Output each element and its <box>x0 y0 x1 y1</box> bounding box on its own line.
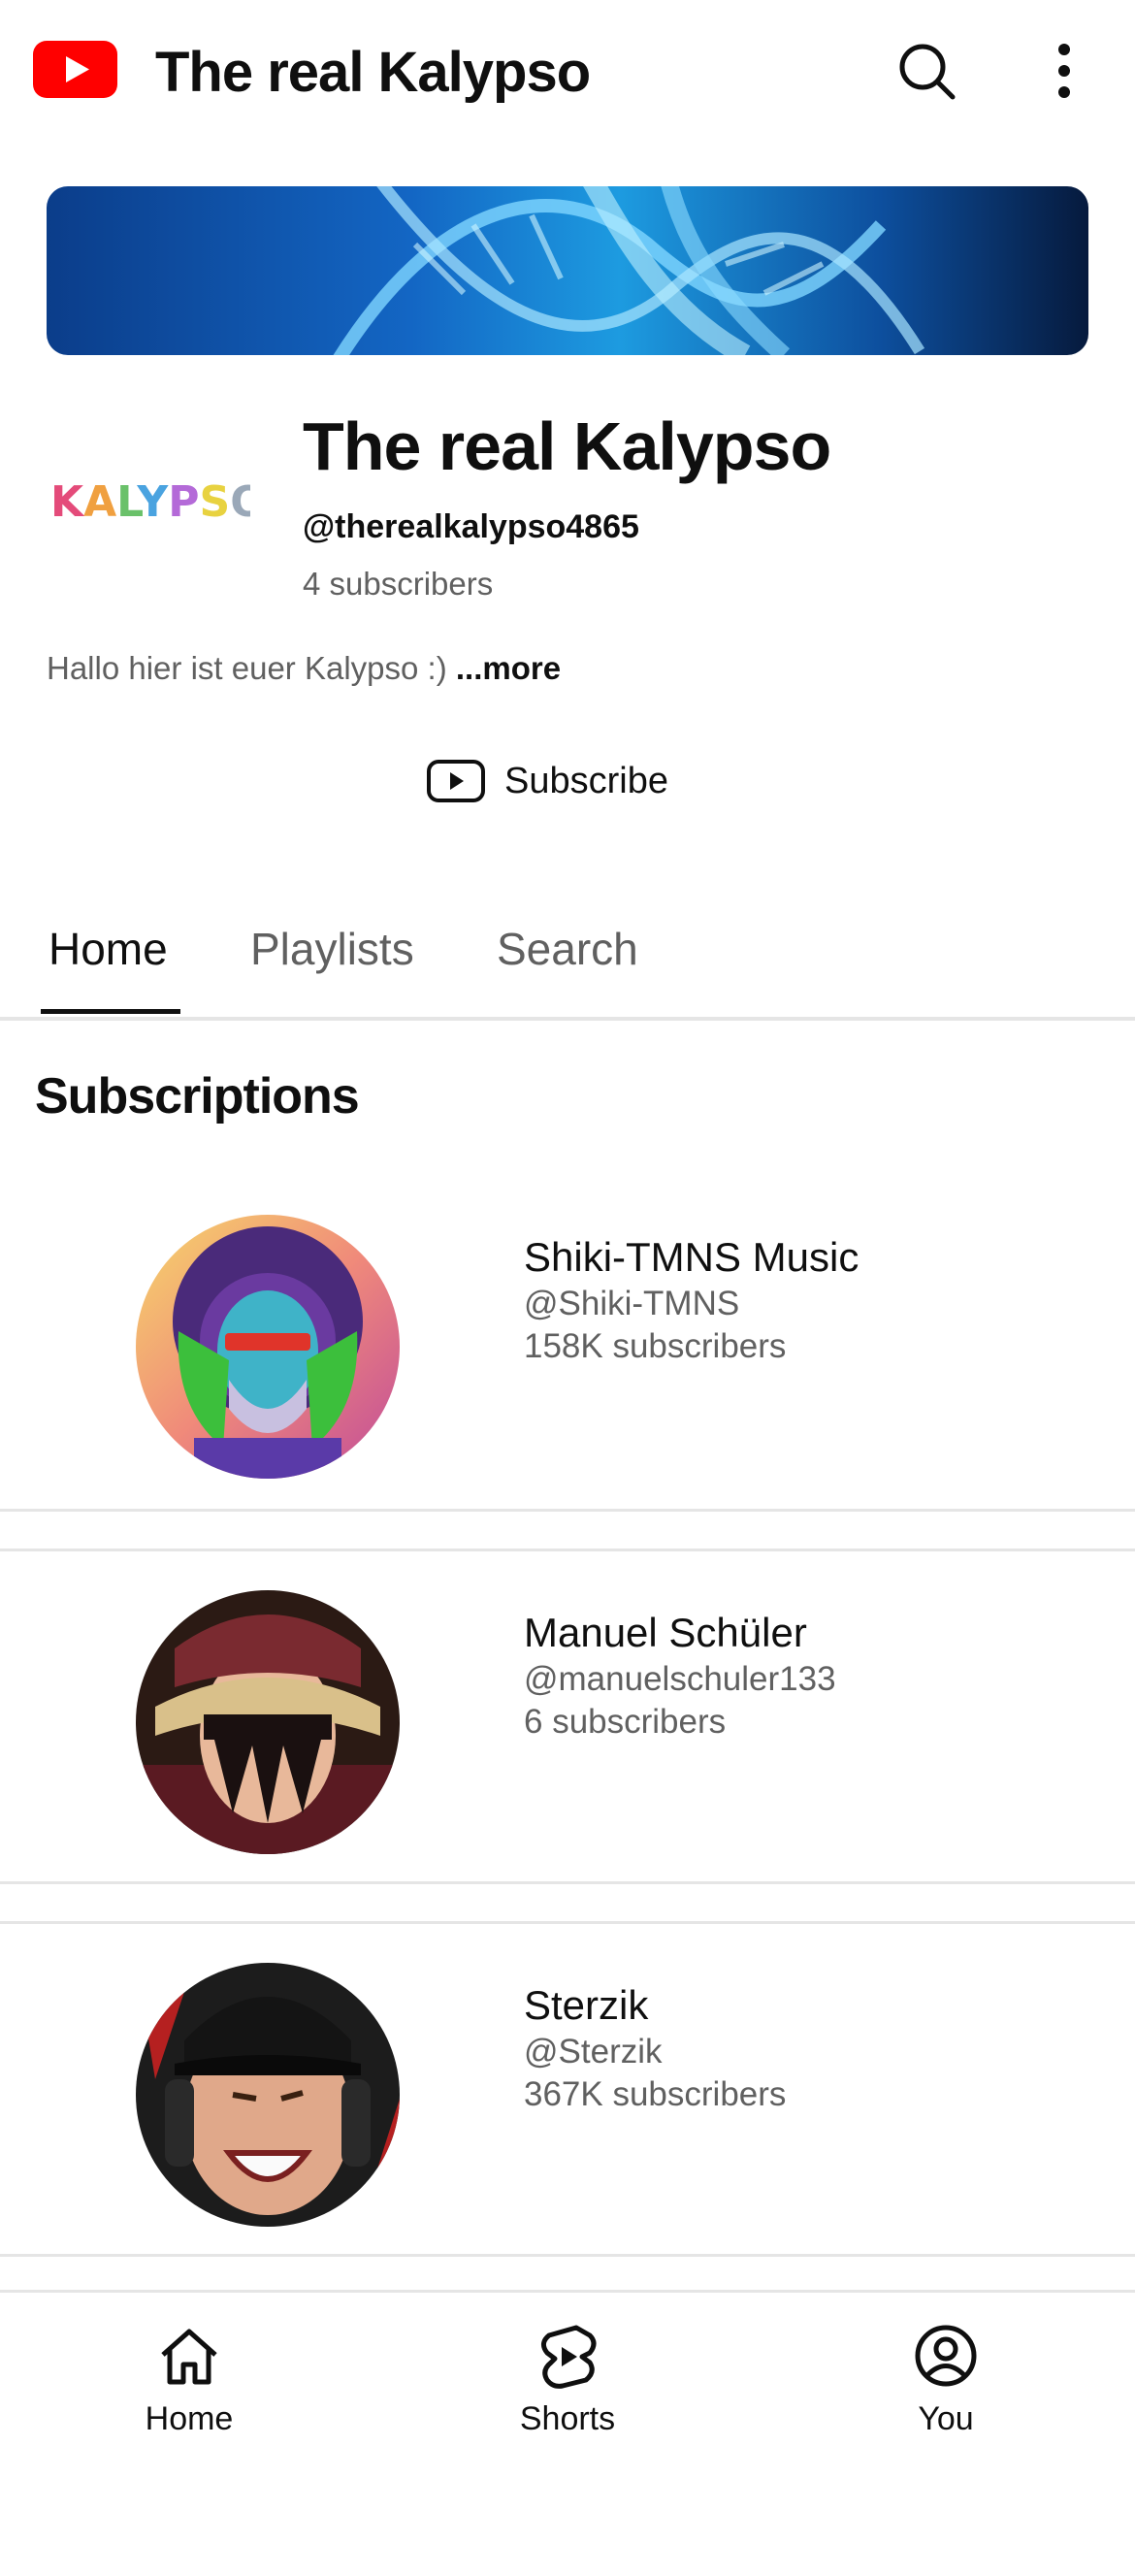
tab-search[interactable]: Search <box>497 920 638 978</box>
subscription-info: Sterzik @Sterzik 367K subscribers <box>524 1980 786 2116</box>
subscription-subscriber-count: 6 subscribers <box>524 1703 727 1741</box>
avatar-image <box>136 1590 400 1854</box>
channel-banner <box>47 186 1088 355</box>
shorts-icon <box>541 2325 597 2389</box>
nav-shorts-label: Shorts <box>519 2400 616 2437</box>
app-title: The real Kalypso <box>155 41 591 104</box>
channel-tabs: Home Playlists Search <box>0 902 1135 1021</box>
channel-avatar[interactable]: KALYPSO <box>47 427 250 572</box>
subscription-handle: @Sterzik <box>524 2033 663 2071</box>
subscription-handle: @Shiki-TMNS <box>524 1285 740 1322</box>
account-icon <box>915 2325 977 2387</box>
tab-home[interactable]: Home <box>49 920 168 978</box>
nav-home[interactable]: Home <box>92 2322 286 2440</box>
avatar[interactable] <box>136 1963 400 2227</box>
subscription-info: Shiki-TMNS Music @Shiki-TMNS 158K subscr… <box>524 1232 859 1368</box>
avatar-image <box>136 1963 400 2227</box>
subscription-row[interactable]: Shiki-TMNS Music @Shiki-TMNS 158K subscr… <box>0 1176 1135 1512</box>
nav-you-label: You <box>918 2400 974 2437</box>
channel-subscriber-count: 4 subscribers <box>303 566 494 602</box>
avatar[interactable] <box>136 1215 400 1479</box>
bottom-navigation: Home Shorts You <box>0 2290 1135 2576</box>
nav-shorts[interactable]: Shorts <box>470 2322 665 2440</box>
avatar-image <box>136 1215 400 1479</box>
nav-you[interactable]: You <box>849 2322 1043 2440</box>
home-icon <box>161 2329 217 2385</box>
subscription-row[interactable]: Sterzik @Sterzik 367K subscribers <box>0 1921 1135 2257</box>
tab-playlists[interactable]: Playlists <box>250 920 414 978</box>
youtube-logo-icon[interactable] <box>33 41 117 98</box>
subscription-name: Manuel Schüler <box>524 1610 807 1655</box>
section-title-subscriptions: Subscriptions <box>35 1068 360 1125</box>
channel-title: The real Kalypso <box>303 408 831 484</box>
dna-banner-image <box>333 186 925 355</box>
description-more-link[interactable]: ...more <box>456 650 561 686</box>
subscribe-button[interactable]: Subscribe <box>427 747 718 815</box>
channel-description-text: Hallo hier ist euer Kalypso :) <box>47 650 447 686</box>
youtube-subscribe-icon <box>427 760 485 802</box>
more-vertical-icon[interactable] <box>1034 37 1092 105</box>
avatar[interactable] <box>136 1590 400 1854</box>
subscription-name: Sterzik <box>524 1982 649 2028</box>
channel-description[interactable]: Hallo hier ist euer Kalypso :) ...more <box>47 648 561 689</box>
subscription-subscriber-count: 158K subscribers <box>524 1327 787 1365</box>
subscription-info: Manuel Schüler @manuelschuler133 6 subsc… <box>524 1608 836 1744</box>
top-app-bar: The real Kalypso <box>0 0 1135 146</box>
nav-home-label: Home <box>145 2400 234 2437</box>
channel-avatar-logo: KALYPSO <box>50 477 250 527</box>
subscription-name: Shiki-TMNS Music <box>524 1234 859 1280</box>
channel-handle: @therealkalypso4865 <box>303 508 639 545</box>
channel-page: The real Kalypso KALYPSO The real Kalyps… <box>0 0 1135 2576</box>
subscription-row[interactable]: Manuel Schüler @manuelschuler133 6 subsc… <box>0 1549 1135 1884</box>
active-tab-indicator <box>41 1009 180 1014</box>
subscription-handle: @manuelschuler133 <box>524 1660 836 1698</box>
search-icon[interactable] <box>892 37 960 105</box>
subscribe-label: Subscribe <box>504 760 668 801</box>
subscription-subscriber-count: 367K subscribers <box>524 2075 787 2113</box>
